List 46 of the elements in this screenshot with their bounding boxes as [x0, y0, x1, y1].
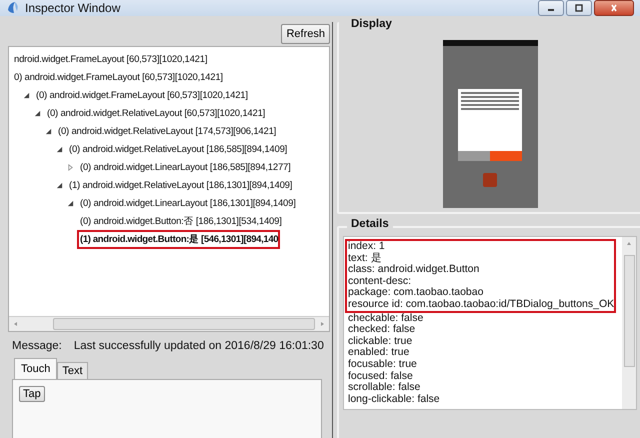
detail-line: class: android.widget.Button	[348, 264, 480, 276]
detail-line: content-desc:	[348, 276, 412, 287]
expanded-triangle-icon[interactable]	[34, 110, 41, 116]
tree-node[interactable]: 0) android.widget.FrameLayout [60,573][1020,1421]	[11, 68, 226, 86]
detail-line: text: 是	[348, 252, 383, 264]
tree-node[interactable]: ndroid.widget.FrameLayout [60,573][1020,1421]	[11, 50, 210, 68]
tab[interactable]: Touch	[14, 358, 58, 379]
expanded-triangle-icon[interactable]	[45, 128, 52, 134]
tree-node[interactable]: (0) android.widget.RelativeLayout [186,585][894,1409]	[66, 140, 290, 158]
detail-line: clickable: true	[348, 336, 414, 347]
detail-line: checked: false	[348, 324, 416, 336]
close-button[interactable]	[594, 0, 634, 16]
refresh-button[interactable]: Refresh	[281, 24, 330, 44]
detail-line: package: com.taobao.taobao	[348, 287, 484, 299]
tree-node[interactable]: (0) android.widget.RelativeLayout [60,573][1020,1421]	[44, 104, 268, 122]
tap-button[interactable]: Tap	[19, 386, 45, 402]
tree-node[interactable]: (1) android.widget.RelativeLayout [186,1301][894,1409]	[66, 176, 296, 194]
detail-line: resource id: com.taobao.taobao:id/TBDialog_buttons_OK	[348, 298, 614, 311]
expanded-triangle-icon[interactable]	[23, 92, 30, 98]
group-title: Details	[347, 218, 393, 230]
message-text: Last successfully updated on 2016/8/29 16:01:30	[74, 340, 324, 352]
detail-line: index: 1	[348, 241, 386, 252]
detail-line: enabled: true	[348, 347, 410, 359]
detail-line: scrollable: false	[348, 382, 422, 394]
maximize-icon	[574, 4, 584, 12]
close-icon	[609, 4, 619, 12]
app-logo-icon	[6, 1, 20, 15]
detail-line: checkable: false	[348, 312, 424, 324]
maximize-button[interactable]	[566, 0, 592, 16]
tree-node[interactable]: (0) android.widget.RelativeLayout [174,573][906,1421]	[55, 122, 280, 140]
tree-node[interactable]: (0) android.widget.Button:否 [186,1301][534,1409]	[77, 212, 285, 230]
detail-line: focusable: true	[348, 358, 418, 371]
expanded-triangle-icon[interactable]	[56, 146, 63, 152]
tree-node[interactable]: (0) android.widget.LinearLayout [186,1301][894,1409]	[77, 194, 299, 212]
tree-node[interactable]: (0) android.widget.FrameLayout [60,573][1020,1421]	[33, 86, 251, 104]
message-label: Message:	[12, 340, 62, 352]
collapsed-triangle-icon[interactable]	[67, 164, 74, 170]
detail-line: focused: false	[348, 370, 414, 382]
tree-node[interactable]: (0) android.widget.LinearLayout [186,585][894,1277]	[77, 158, 294, 176]
expanded-triangle-icon[interactable]	[56, 182, 63, 188]
tab[interactable]: Text	[57, 362, 88, 379]
detail-line: long-clickable: false	[348, 394, 441, 406]
minimize-button[interactable]	[538, 0, 564, 16]
window-title: Inspector Window	[25, 1, 120, 15]
vertical-scrollbar[interactable]	[622, 237, 636, 409]
expanded-triangle-icon[interactable]	[67, 200, 74, 206]
